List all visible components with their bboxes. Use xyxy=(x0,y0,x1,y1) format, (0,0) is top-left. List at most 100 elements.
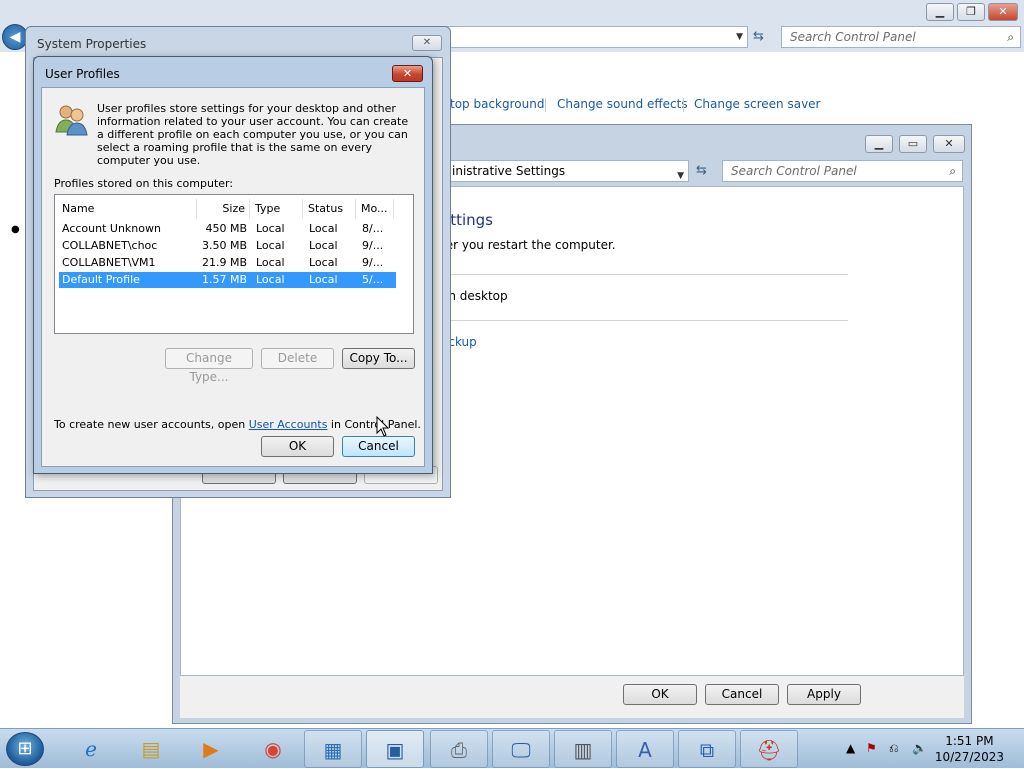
explorer-icon[interactable]: ▤ xyxy=(122,730,180,768)
profile-status: Local xyxy=(309,222,338,235)
address-text: inistrative Settings xyxy=(452,164,566,178)
dialog-title: User Profiles xyxy=(45,67,120,81)
profile-type: Local xyxy=(256,239,285,252)
minimize-button[interactable]: ▁ xyxy=(865,135,893,153)
restore-button[interactable]: ▭ xyxy=(899,135,927,153)
screen-saver-link[interactable]: Change screen saver xyxy=(694,97,821,111)
profile-name: Account Unknown xyxy=(62,222,161,235)
sound-effects-link[interactable]: Change sound effects xyxy=(557,97,688,111)
address-field[interactable]: inistrative Settings ▼ xyxy=(443,160,689,182)
taskbar: ⊞ ℯ ▤ ▶ ◉ ▦ ▣ ⎙ 🖵 ▥ A ⧉ ⛑ ▲ ⚑ ⎌ 🔈 1:51 P… xyxy=(0,728,1024,768)
control-panel-icon[interactable]: ▦ xyxy=(304,730,362,768)
server-icon[interactable]: ▥ xyxy=(554,730,612,768)
printers-icon[interactable]: ⎙ xyxy=(430,730,488,768)
change-type-button[interactable]: Change Type... xyxy=(165,348,253,384)
button-bar: OK Cancel Apply xyxy=(180,676,964,718)
clock-date: 10/27/2023 xyxy=(934,750,1004,764)
column-header-modified[interactable]: Mo... xyxy=(356,199,394,219)
profile-name: COLLABNET\choc xyxy=(62,239,158,252)
profiles-listview[interactable]: Name Size Type Status Mo... Account Unkn… xyxy=(54,194,414,334)
column-header-type[interactable]: Type xyxy=(250,199,303,219)
refresh-icon[interactable]: ⇆ xyxy=(696,163,707,178)
create-accounts-text: To create new user accounts, open User A… xyxy=(54,418,421,431)
close-button[interactable]: ✕ xyxy=(412,35,442,51)
cancel-button[interactable]: Cancel xyxy=(705,684,779,705)
table-row[interactable]: COLLABNET\choc 3.50 MB Local Local 9/... xyxy=(59,238,396,254)
column-header-status[interactable]: Status xyxy=(303,199,356,219)
profile-size: 450 MB xyxy=(205,222,247,235)
profile-status: Local xyxy=(309,256,338,269)
media-player-icon[interactable]: ▶ xyxy=(182,730,240,768)
bullet-icon: ● xyxy=(11,224,20,235)
ok-button[interactable]: OK xyxy=(623,684,697,705)
column-header-size[interactable]: Size xyxy=(197,199,250,219)
ie-icon[interactable]: ℯ xyxy=(62,730,120,768)
column-header-name[interactable]: Name xyxy=(57,199,197,219)
apply-button[interactable]: Apply xyxy=(787,684,861,705)
desktop-background-link[interactable]: top background xyxy=(450,97,544,111)
network-icon[interactable]: ⎌ xyxy=(889,741,899,756)
toolbox-icon[interactable]: ⛑ xyxy=(740,730,798,768)
ok-button[interactable]: OK xyxy=(261,436,334,457)
control-panel-titlebar: ▁ ❐ ✕ xyxy=(0,0,1024,26)
profile-type: Local xyxy=(256,256,285,269)
chevron-down-icon[interactable]: ▼ xyxy=(736,32,743,42)
user-accounts-link[interactable]: User Accounts xyxy=(249,418,328,431)
link-separator xyxy=(545,98,546,112)
table-row[interactable]: Account Unknown 450 MB Local Local 8/... xyxy=(59,221,396,237)
divider xyxy=(441,274,848,275)
create-text-prefix: To create new user accounts, open xyxy=(54,418,249,431)
users-icon xyxy=(55,105,88,136)
profile-type: Local xyxy=(256,273,285,286)
search-icon[interactable]: ⌕ xyxy=(949,161,956,181)
profiles-list-label: Profiles stored on this computer: xyxy=(54,177,234,190)
profile-name: COLLABNET\VM1 xyxy=(62,256,156,269)
clock-time: 1:51 PM xyxy=(945,734,994,748)
copy-to-button[interactable]: Copy To... xyxy=(342,348,415,369)
search-input[interactable]: Search Control Panel ⌕ xyxy=(722,160,963,182)
profile-size: 21.9 MB xyxy=(201,256,247,269)
description-text: User profiles store settings for your de… xyxy=(97,102,409,167)
profile-name: Default Profile xyxy=(62,273,140,286)
clock[interactable]: 1:51 PM 10/27/2023 xyxy=(935,733,1004,765)
profile-modified: 5/... xyxy=(362,273,384,286)
remote-desktop-icon[interactable]: ⧉ xyxy=(678,730,736,768)
text-editor-icon[interactable]: A xyxy=(616,730,674,768)
cancel-button[interactable]: Cancel xyxy=(342,436,415,457)
profile-modified: 8/... xyxy=(362,222,384,235)
action-center-icon[interactable]: ⚑ xyxy=(866,741,877,755)
volume-icon[interactable]: 🔈 xyxy=(912,741,927,755)
system-icon[interactable]: ▣ xyxy=(366,730,424,768)
search-icon[interactable]: ⌕ xyxy=(1007,27,1014,47)
user-profiles-dialog: User Profiles ✕ User profiles store sett… xyxy=(33,56,433,474)
delete-button[interactable]: Delete xyxy=(261,348,334,369)
profile-modified: 9/... xyxy=(362,239,384,252)
start-button-icon[interactable]: ⊞ xyxy=(6,732,44,766)
profile-modified: 9/... xyxy=(362,256,384,269)
refresh-icon[interactable]: ⇆ xyxy=(753,29,764,44)
close-button[interactable]: ✕ xyxy=(933,135,965,153)
mouse-cursor-icon xyxy=(376,416,390,437)
chrome-icon[interactable]: ◉ xyxy=(244,730,302,768)
chevron-down-icon[interactable]: ▼ xyxy=(677,166,684,186)
computer-icon[interactable]: 🖵 xyxy=(492,730,550,768)
window-title: System Properties xyxy=(37,37,147,51)
search-input[interactable]: Search Control Panel ⌕ xyxy=(781,26,1021,48)
divider xyxy=(441,320,848,321)
profile-status: Local xyxy=(309,239,338,252)
minimize-button[interactable]: ▁ xyxy=(926,3,954,21)
restore-button[interactable]: ❐ xyxy=(957,3,985,21)
link-separator xyxy=(683,98,684,112)
profile-size: 3.50 MB xyxy=(201,239,247,252)
table-row[interactable]: COLLABNET\VM1 21.9 MB Local Local 9/... xyxy=(59,255,396,271)
table-row-selected[interactable]: Default Profile 1.57 MB Local Local 5/..… xyxy=(59,272,396,288)
show-hidden-icons-icon[interactable]: ▲ xyxy=(846,741,855,755)
profile-size: 1.57 MB xyxy=(201,273,247,286)
restart-note: ter you restart the computer. xyxy=(441,238,616,252)
address-field[interactable]: ▼ xyxy=(440,26,748,48)
create-text-suffix: in Control Panel. xyxy=(327,418,421,431)
close-button[interactable]: ✕ xyxy=(392,65,423,82)
profile-type: Local xyxy=(256,222,285,235)
search-placeholder: Search Control Panel xyxy=(731,164,857,178)
close-button[interactable]: ✕ xyxy=(988,3,1018,21)
